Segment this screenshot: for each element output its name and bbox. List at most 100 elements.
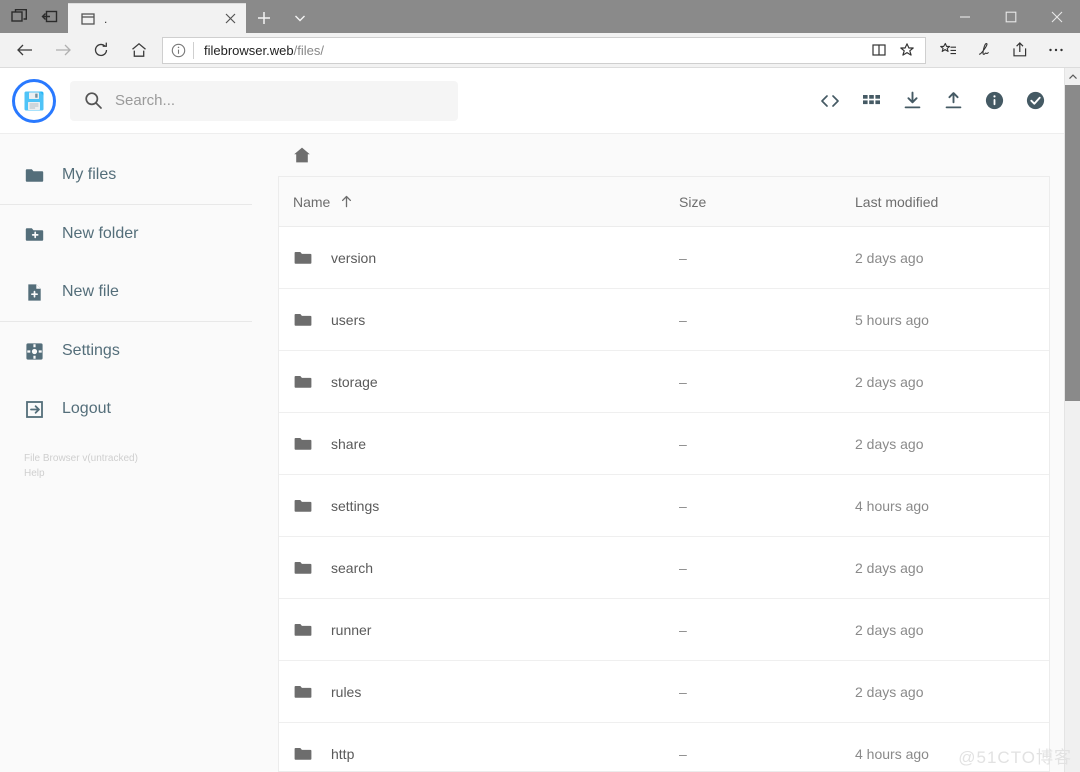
sidebar-item-new-folder[interactable]: New folder: [0, 205, 278, 263]
help-link[interactable]: Help: [24, 467, 278, 482]
share-icon[interactable]: [1002, 35, 1038, 65]
scrollbar-track[interactable]: [1064, 85, 1080, 772]
row-size: –: [679, 497, 687, 514]
close-icon[interactable]: [1034, 0, 1080, 33]
table-row[interactable]: runner – 2 days ago: [279, 599, 1049, 661]
row-modified: 2 days ago: [855, 683, 924, 700]
page-viewport: Search... My files New folder New file S…: [0, 68, 1080, 772]
scrollbar-thumb[interactable]: [1064, 85, 1080, 401]
row-name-cell[interactable]: share: [279, 434, 679, 454]
table-row[interactable]: share – 2 days ago: [279, 413, 1049, 475]
table-row[interactable]: search – 2 days ago: [279, 537, 1049, 599]
folder-icon: [293, 310, 313, 330]
home-icon[interactable]: [120, 35, 158, 65]
folder-icon: [293, 558, 313, 578]
scroll-up-icon[interactable]: [1065, 68, 1080, 85]
star-icon[interactable]: [893, 38, 921, 63]
address-text[interactable]: filebrowser.web/files/: [194, 43, 865, 58]
row-modified: 2 days ago: [855, 559, 924, 576]
book-icon[interactable]: [865, 38, 893, 63]
table-row[interactable]: users – 5 hours ago: [279, 289, 1049, 351]
row-name-cell[interactable]: http: [279, 744, 679, 764]
sidebar-item-my-files[interactable]: My files: [0, 146, 278, 204]
row-name: search: [331, 559, 374, 576]
row-name: rules: [331, 683, 362, 700]
refresh-icon[interactable]: [82, 35, 120, 65]
grid-view-icon[interactable]: [861, 90, 882, 111]
favorites-hub-icon[interactable]: [930, 35, 966, 65]
sidebar-item-label: New folder: [62, 225, 139, 242]
home-icon[interactable]: [292, 145, 312, 165]
column-header-size[interactable]: Size: [679, 194, 855, 210]
row-name-cell[interactable]: rules: [279, 682, 679, 702]
column-label-name: Name: [293, 193, 331, 210]
app-header: Search...: [0, 68, 1064, 134]
row-name: settings: [331, 497, 380, 514]
row-size: –: [679, 249, 687, 266]
set-tabs-aside-icon[interactable]: [34, 4, 64, 30]
sidebar-footer: File Browser v(untracked) Help: [0, 438, 278, 481]
window-controls: [942, 0, 1080, 33]
row-size: –: [679, 745, 687, 762]
row-name-cell[interactable]: runner: [279, 620, 679, 640]
table-row[interactable]: settings – 4 hours ago: [279, 475, 1049, 537]
tab-preview-icon[interactable]: [4, 4, 34, 30]
sidebar-item-label: Logout: [62, 400, 111, 417]
check-circle-filled-icon[interactable]: [1025, 90, 1046, 111]
row-modified: 2 days ago: [855, 249, 924, 266]
new-tab-button[interactable]: [246, 3, 282, 33]
upload-icon[interactable]: [943, 90, 964, 111]
more-settings-icon[interactable]: [1038, 35, 1074, 65]
row-modified: 5 hours ago: [855, 311, 929, 328]
row-name-cell[interactable]: storage: [279, 372, 679, 392]
row-name-cell[interactable]: search: [279, 558, 679, 578]
sidebar-item-logout[interactable]: Logout: [0, 380, 278, 438]
sidebar-item-label: New file: [62, 283, 119, 300]
folder-icon: [293, 372, 313, 392]
floppy-disk-logo[interactable]: [12, 78, 56, 123]
forward-arrow-icon[interactable]: [44, 35, 82, 65]
browser-titlebar: .: [0, 0, 1080, 33]
row-size: –: [679, 373, 687, 390]
column-header-name[interactable]: Name: [279, 194, 679, 210]
maximize-icon[interactable]: [988, 0, 1034, 33]
file-plus-icon: [22, 282, 46, 303]
folder-icon: [293, 434, 313, 454]
download-icon[interactable]: [902, 90, 923, 111]
back-arrow-icon[interactable]: [6, 35, 44, 65]
info-filled-icon[interactable]: [984, 90, 1005, 111]
search-input[interactable]: Search...: [70, 80, 458, 121]
column-header-modified[interactable]: Last modified: [855, 194, 1049, 210]
row-name: share: [331, 435, 367, 452]
address-bar[interactable]: filebrowser.web/files/: [162, 36, 926, 64]
window-icon: [80, 11, 96, 27]
page-scrollbar[interactable]: [1064, 68, 1080, 772]
table-row[interactable]: http – 4 hours ago: [279, 723, 1049, 771]
table-row[interactable]: storage – 2 days ago: [279, 351, 1049, 413]
row-name-cell[interactable]: version: [279, 248, 679, 268]
row-name-cell[interactable]: users: [279, 310, 679, 330]
folder-icon: [293, 620, 313, 640]
minimize-icon[interactable]: [942, 0, 988, 33]
chevron-down-icon[interactable]: [282, 3, 318, 33]
table-row[interactable]: rules – 2 days ago: [279, 661, 1049, 723]
row-modified: 4 hours ago: [855, 497, 929, 514]
titlebar-left-icons: [0, 0, 68, 33]
tab-title: .: [104, 11, 108, 26]
folder-icon: [22, 165, 46, 186]
row-name-cell[interactable]: settings: [279, 496, 679, 516]
listing-header: Name Size Last modified: [279, 177, 1049, 227]
sidebar-item-settings[interactable]: Settings: [0, 322, 278, 380]
code-brackets-icon[interactable]: [819, 90, 841, 112]
sidebar-item-new-file[interactable]: New file: [0, 263, 278, 321]
web-note-icon[interactable]: [966, 35, 1002, 65]
row-size: –: [679, 559, 687, 576]
browser-tab[interactable]: .: [68, 3, 246, 33]
arrow-up-icon: [339, 194, 354, 209]
close-icon[interactable]: [222, 11, 238, 27]
row-modified: 2 days ago: [855, 435, 924, 452]
info-circle-icon[interactable]: [163, 38, 193, 63]
content-area: Name Size Last modified version – 2 days a…: [278, 134, 1064, 772]
search-placeholder: Search...: [115, 92, 176, 109]
table-row[interactable]: version – 2 days ago: [279, 227, 1049, 289]
